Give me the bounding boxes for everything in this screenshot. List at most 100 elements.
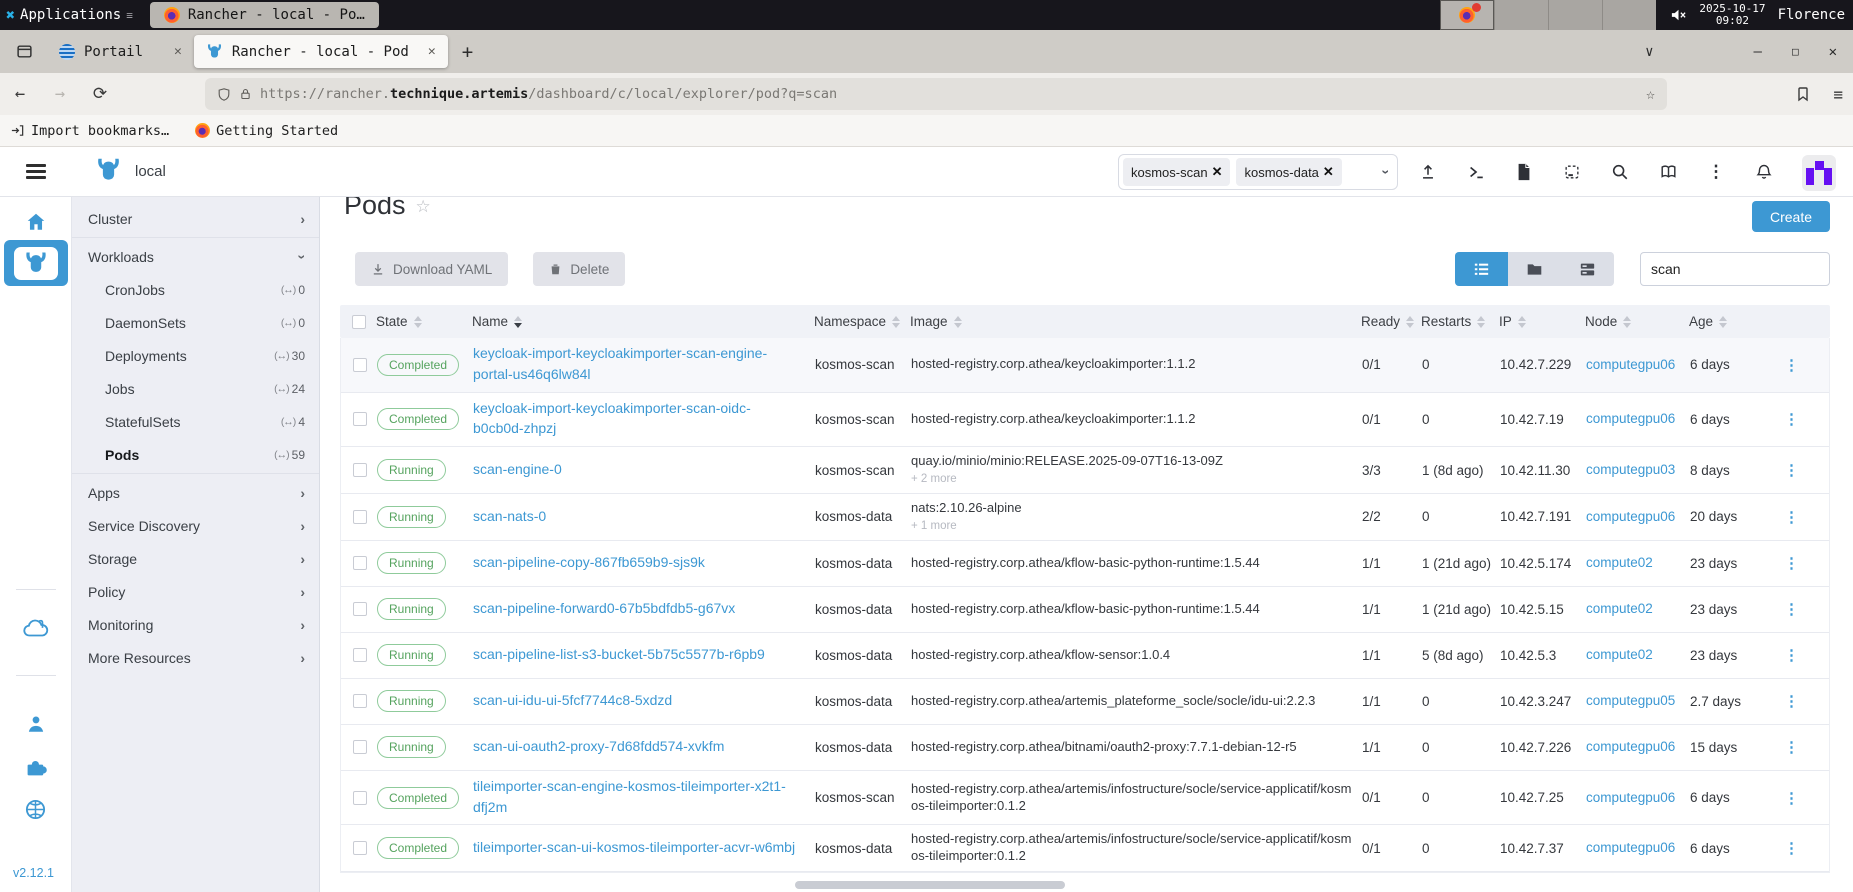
tab-close-icon[interactable]: ✕ <box>174 44 182 59</box>
sidebar-item-cluster[interactable]: Cluster › <box>72 202 319 235</box>
file-icon[interactable] <box>1500 163 1548 181</box>
sidebar-item-policy[interactable]: Policy › <box>72 575 319 608</box>
row-actions-kebab-icon[interactable]: ⋮ <box>1772 356 1811 374</box>
search-input[interactable] <box>1640 252 1830 286</box>
compact-view-button[interactable] <box>1561 252 1614 286</box>
tab-close-icon[interactable]: ✕ <box>428 44 436 59</box>
row-checkbox[interactable] <box>353 412 367 427</box>
sidebar-item-deployments[interactable]: Deployments (↔) 30 <box>72 339 319 372</box>
namespace-chip[interactable]: kosmos-scan ✕ <box>1123 158 1231 186</box>
cluster-rail-item[interactable] <box>4 240 68 286</box>
chip-remove-icon[interactable]: ✕ <box>1323 164 1334 180</box>
applications-menu[interactable]: ✖ Applications ≡ <box>0 6 134 24</box>
row-checkbox[interactable] <box>353 602 367 617</box>
sidebar-item-monitoring[interactable]: Monitoring › <box>72 608 319 641</box>
row-actions-kebab-icon[interactable]: ⋮ <box>1772 789 1811 807</box>
sidebar-item-statefulsets[interactable]: StatefulSets (↔) 4 <box>72 405 319 438</box>
node-link[interactable]: computegpu06 <box>1586 840 1675 855</box>
sidebar-item-jobs[interactable]: Jobs (↔) 24 <box>72 372 319 405</box>
bookmark-star-icon[interactable]: ☆ <box>1646 85 1655 103</box>
url-bar[interactable]: https://rancher.technique.artemis/dashbo… <box>205 78 1667 110</box>
create-button[interactable]: Create <box>1751 201 1830 232</box>
row-actions-kebab-icon[interactable]: ⋮ <box>1772 738 1811 756</box>
row-checkbox[interactable] <box>353 357 367 372</box>
sidebar-item-pods[interactable]: Pods (↔) 59 <box>72 438 319 471</box>
row-checkbox[interactable] <box>353 841 367 856</box>
row-checkbox[interactable] <box>353 463 367 478</box>
pod-name-link[interactable]: scan-ui-idu-ui-5fcf7744c8-5xdzd <box>473 692 672 708</box>
chip-remove-icon[interactable]: ✕ <box>1212 164 1223 180</box>
mute-icon[interactable] <box>1670 8 1687 22</box>
sidebar-item-apps[interactable]: Apps › <box>72 476 319 509</box>
pod-name-link[interactable]: scan-engine-0 <box>473 461 562 477</box>
sidebar-item-service-discovery[interactable]: Service Discovery › <box>72 509 319 542</box>
user-avatar[interactable] <box>1802 155 1836 191</box>
reload-button[interactable]: ⟳ <box>80 84 120 104</box>
row-checkbox[interactable] <box>353 740 367 755</box>
download-yaml-button[interactable]: Download YAML <box>355 252 509 286</box>
search-icon[interactable] <box>1596 163 1644 181</box>
sidebar-item-daemonsets[interactable]: DaemonSets (↔) 0 <box>72 306 319 339</box>
row-actions-kebab-icon[interactable]: ⋮ <box>1772 600 1811 618</box>
back-button[interactable]: ← <box>0 84 40 104</box>
row-actions-kebab-icon[interactable]: ⋮ <box>1772 839 1811 857</box>
maximize-button[interactable]: □ <box>1792 45 1799 58</box>
column-header-node[interactable]: Node <box>1585 314 1689 329</box>
bookmark-getting-started[interactable]: Getting Started <box>195 123 338 139</box>
pod-name-link[interactable]: tileimporter-scan-engine-kosmos-tileimpo… <box>473 778 786 815</box>
row-checkbox[interactable] <box>353 790 367 805</box>
node-link[interactable]: computegpu03 <box>1586 462 1675 477</box>
kebab-menu-icon[interactable]: ⋮ <box>1692 162 1740 182</box>
pod-name-link[interactable]: scan-pipeline-forward0-67b5bdfdb5-g67vx <box>473 600 735 616</box>
minimize-button[interactable]: – <box>1754 44 1762 60</box>
horizontal-scrollbar[interactable] <box>795 881 1065 889</box>
column-header-ready[interactable]: Ready <box>1361 314 1421 329</box>
clock[interactable]: 2025-10-17 09:02 <box>1699 3 1765 27</box>
row-actions-kebab-icon[interactable]: ⋮ <box>1772 410 1811 428</box>
namespace-chip[interactable]: kosmos-data ✕ <box>1236 158 1342 186</box>
node-link[interactable]: computegpu06 <box>1586 509 1675 524</box>
folder-view-button[interactable] <box>1508 252 1561 286</box>
version-label[interactable]: v2.12.1 <box>13 866 54 880</box>
pod-name-link[interactable]: scan-pipeline-copy-867fb659b9-sjs9k <box>473 554 705 570</box>
node-link[interactable]: computegpu06 <box>1586 357 1675 372</box>
chevron-down-icon[interactable]: › <box>1379 170 1395 175</box>
row-checkbox[interactable] <box>353 648 367 663</box>
namespace-filter[interactable]: kosmos-scan ✕ kosmos-data ✕ › <box>1118 154 1398 190</box>
book-icon[interactable] <box>1644 163 1692 181</box>
row-actions-kebab-icon[interactable]: ⋮ <box>1772 508 1811 526</box>
app-menu-icon[interactable] <box>26 164 46 182</box>
column-header-age[interactable]: Age <box>1689 314 1771 329</box>
extension-icon[interactable] <box>1795 86 1811 102</box>
forward-button[interactable]: → <box>40 84 80 104</box>
list-view-button[interactable] <box>1455 252 1508 286</box>
lock-icon[interactable] <box>239 87 252 101</box>
tab-list-icon[interactable] <box>16 43 33 60</box>
pod-name-link[interactable]: tileimporter-scan-ui-kosmos-tileimporter… <box>473 839 795 855</box>
pod-name-link[interactable]: scan-ui-oauth2-proxy-7d68fdd574-xvkfm <box>473 738 724 754</box>
sidebar-item-more-resources[interactable]: More Resources › <box>72 641 319 674</box>
pod-name-link[interactable]: scan-pipeline-list-s3-bucket-5b75c5577b-… <box>473 646 765 662</box>
shield-icon[interactable] <box>217 87 231 102</box>
fleet-cloud-icon[interactable] <box>0 617 71 641</box>
column-header-restarts[interactable]: Restarts <box>1421 314 1499 329</box>
tab-portail[interactable]: Portail ✕ <box>47 35 194 68</box>
row-actions-kebab-icon[interactable]: ⋮ <box>1772 461 1811 479</box>
taskbar-slot[interactable] <box>1602 0 1657 30</box>
row-checkbox[interactable] <box>353 694 367 709</box>
row-checkbox[interactable] <box>353 556 367 571</box>
image-more-label[interactable]: + 2 more <box>911 472 1352 487</box>
delete-button[interactable]: Delete <box>533 252 626 286</box>
extensions-puzzle-icon[interactable] <box>0 755 71 779</box>
active-window-button[interactable]: Rancher - local - Po… <box>149 2 379 28</box>
user-icon[interactable] <box>0 713 71 735</box>
node-link[interactable]: computegpu06 <box>1586 411 1675 426</box>
pod-name-link[interactable]: keycloak-import-keycloakimporter-scan-oi… <box>473 400 751 437</box>
new-tab-button[interactable]: + <box>462 41 473 63</box>
list-tabs-chevron-icon[interactable]: ∨ <box>1645 44 1653 60</box>
taskbar-slot[interactable] <box>1548 0 1603 30</box>
sidebar-item-workloads[interactable]: Workloads › <box>72 240 319 273</box>
row-actions-kebab-icon[interactable]: ⋮ <box>1772 692 1811 710</box>
node-link[interactable]: computegpu05 <box>1586 693 1675 708</box>
column-header-ip[interactable]: IP <box>1499 314 1585 329</box>
